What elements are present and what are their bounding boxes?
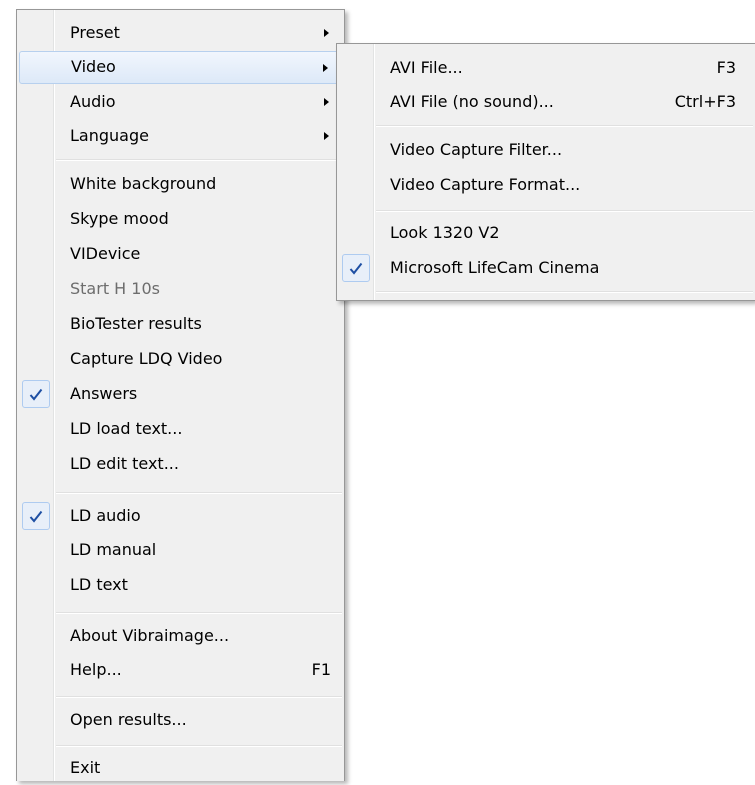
- submenu-item-look-1320-v2[interactable]: Look 1320 V2: [339, 217, 753, 250]
- menu-item-ld-manual[interactable]: LD manual: [19, 534, 342, 567]
- menu-item-videvice[interactable]: VIDevice: [19, 238, 342, 271]
- menu-item-open-results[interactable]: Open results...: [19, 704, 342, 737]
- submenu-arrow-icon: [324, 98, 329, 106]
- menu-separator: [56, 745, 342, 746]
- menu-item-preset[interactable]: Preset: [19, 17, 342, 50]
- menu-item-label: About Vibraimage...: [70, 626, 230, 645]
- checkmark-icon: [342, 254, 370, 282]
- menu-item-skype-mood[interactable]: Skype mood: [19, 203, 342, 236]
- menu-item-label: Skype mood: [70, 209, 169, 228]
- submenu-item-avi-file-no-sound[interactable]: AVI File (no sound)... Ctrl+F3: [339, 86, 753, 119]
- menu-item-label: Capture LDQ Video: [70, 349, 223, 368]
- submenu-arrow-icon: [323, 64, 328, 72]
- menu-item-label: Microsoft LifeCam Cinema: [390, 258, 600, 277]
- menu-item-label: AVI File...: [390, 58, 463, 77]
- menu-item-label: Video Capture Filter...: [390, 140, 563, 159]
- menu-item-exit[interactable]: Exit: [19, 752, 342, 785]
- menu-item-help[interactable]: Help... F1: [19, 654, 342, 687]
- menu-separator: [56, 612, 342, 613]
- shortcut-label: F1: [311, 660, 331, 679]
- menu-item-ld-audio[interactable]: LD audio: [19, 500, 342, 533]
- shortcut-label: Ctrl+F3: [674, 92, 736, 111]
- menu-item-audio[interactable]: Audio: [19, 86, 342, 119]
- menu-item-ld-load-text[interactable]: LD load text...: [19, 413, 342, 446]
- menu-item-label: White background: [70, 174, 217, 193]
- menu-item-label: AVI File (no sound)...: [390, 92, 554, 111]
- menu-item-label: Start H 10s: [70, 279, 160, 298]
- menu-item-label: Video: [71, 57, 116, 76]
- menu-item-label: BioTester results: [70, 314, 202, 333]
- menu-item-label: Open results...: [70, 710, 187, 729]
- menu-item-ld-edit-text[interactable]: LD edit text...: [19, 448, 342, 481]
- menu-item-label: LD edit text...: [70, 454, 179, 473]
- submenu-item-video-capture-filter[interactable]: Video Capture Filter...: [339, 134, 753, 167]
- menu-item-about[interactable]: About Vibraimage...: [19, 620, 342, 653]
- menu-item-label: Help...: [70, 660, 122, 679]
- menu-separator: [56, 159, 342, 160]
- submenu-arrow-icon: [324, 29, 329, 37]
- main-context-menu: Preset Video Audio Language White backgr…: [16, 9, 345, 781]
- submenu-item-video-capture-format[interactable]: Video Capture Format...: [339, 169, 753, 202]
- menu-item-label: LD load text...: [70, 419, 183, 438]
- menu-item-biotester-results[interactable]: BioTester results: [19, 308, 342, 341]
- menu-separator: [56, 492, 342, 493]
- menu-item-label: Answers: [70, 384, 138, 403]
- menu-item-label: Video Capture Format...: [390, 175, 581, 194]
- shortcut-label: F3: [716, 58, 736, 77]
- submenu-item-avi-file[interactable]: AVI File... F3: [339, 52, 753, 85]
- menu-item-label: LD manual: [70, 540, 157, 559]
- menu-item-label: Exit: [70, 758, 101, 777]
- menu-separator: [376, 291, 753, 292]
- menu-item-label: LD audio: [70, 506, 141, 525]
- checkmark-icon: [22, 502, 50, 530]
- menu-item-video[interactable]: Video: [19, 51, 342, 84]
- menu-item-label: VIDevice: [70, 244, 141, 263]
- video-submenu: AVI File... F3 AVI File (no sound)... Ct…: [336, 43, 755, 301]
- menu-item-label: Look 1320 V2: [390, 223, 500, 242]
- menu-item-label: Preset: [70, 23, 120, 42]
- menu-separator: [376, 125, 753, 126]
- checkmark-icon: [22, 380, 50, 408]
- submenu-arrow-icon: [324, 132, 329, 140]
- menu-separator: [56, 696, 342, 697]
- menu-item-answers[interactable]: Answers: [19, 378, 342, 411]
- submenu-item-microsoft-lifecam-cinema[interactable]: Microsoft LifeCam Cinema: [339, 252, 753, 285]
- menu-item-start-h10s: Start H 10s: [19, 273, 342, 306]
- menu-item-label: Audio: [70, 92, 116, 111]
- menu-item-capture-ldq-video[interactable]: Capture LDQ Video: [19, 343, 342, 376]
- menu-item-language[interactable]: Language: [19, 120, 342, 153]
- menu-item-label: LD text: [70, 575, 128, 594]
- menu-item-label: Language: [70, 126, 149, 145]
- menu-item-ld-text[interactable]: LD text: [19, 569, 342, 602]
- menu-item-white-background[interactable]: White background: [19, 168, 342, 201]
- menu-separator: [376, 210, 753, 211]
